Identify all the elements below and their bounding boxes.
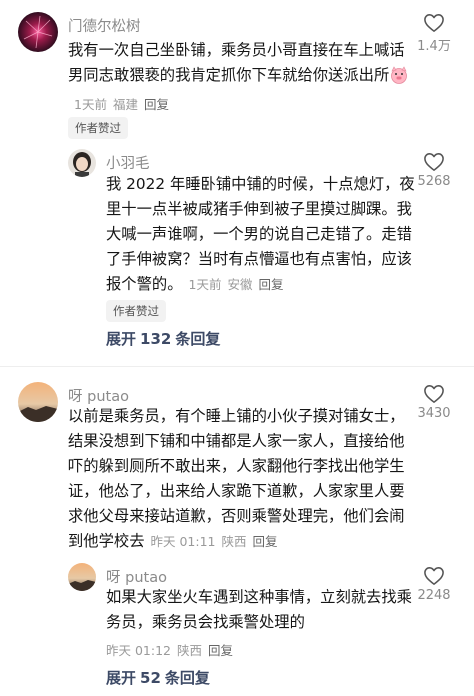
avatar[interactable]: [18, 382, 58, 422]
avatar[interactable]: [68, 563, 96, 591]
author-liked-badge: 作者赞过: [106, 300, 166, 322]
timestamp: 1天前: [188, 277, 222, 292]
reply-button[interactable]: 回复: [208, 643, 233, 658]
timestamp: 昨天 01:11: [150, 534, 216, 549]
like-button[interactable]: 1.4万: [406, 13, 462, 54]
reply-count: 132: [140, 330, 172, 348]
location: 陕西: [177, 643, 203, 658]
like-button[interactable]: 3430: [406, 384, 462, 421]
like-count: 2248: [417, 588, 451, 603]
reply-text: 我 2022 年睡卧铺中铺的时候，十点熄灯，夜里十一点半被咸猪手伸到被子里摸过脚…: [106, 175, 415, 293]
location: 安徽: [227, 277, 253, 292]
timestamp: 1天前: [74, 97, 107, 112]
like-count: 3430: [417, 406, 451, 421]
heart-outline-icon: [424, 567, 444, 585]
expand-label: 展开: [106, 330, 137, 348]
username[interactable]: 呀 putao: [68, 385, 129, 406]
heart-outline-icon: [424, 385, 444, 403]
expand-label: 展开: [106, 669, 137, 687]
avatar[interactable]: [68, 149, 96, 177]
expand-suffix: 条回复: [175, 330, 221, 348]
timestamp: 昨天 01:12: [106, 643, 171, 658]
like-button[interactable]: 5268: [406, 152, 462, 189]
like-button[interactable]: 2248: [406, 566, 462, 603]
comment-meta: 昨天 01:11 陕西 回复: [151, 534, 278, 549]
like-count: 1.4万: [417, 39, 451, 54]
expand-replies-button[interactable]: 展开 52 条回复: [106, 667, 210, 688]
divider: [0, 366, 474, 367]
reply-meta: 昨天 01:12 陕西 回复: [106, 640, 233, 659]
like-count: 5268: [417, 174, 451, 189]
comment-meta: 1天前 福建 回复: [74, 97, 169, 112]
username[interactable]: 呀 putao: [106, 566, 167, 587]
reply-button[interactable]: 回复: [253, 534, 278, 549]
heart-outline-icon: [424, 14, 444, 32]
reply-button[interactable]: 回复: [144, 97, 169, 112]
avatar[interactable]: [18, 12, 58, 52]
author-liked-badge: 作者赞过: [68, 117, 128, 139]
reply-button[interactable]: 回复: [258, 277, 283, 292]
pig-face-emoji-icon: [389, 66, 409, 92]
heart-outline-icon: [424, 153, 444, 171]
location: 福建: [112, 97, 138, 112]
expand-suffix: 条回复: [164, 669, 210, 687]
username[interactable]: 小羽毛: [106, 152, 150, 173]
comment-text: 我有一次自己坐卧铺，乘务员小哥直接在车上喊话男同志敢猥亵的我肯定抓你下车就给你送…: [68, 38, 410, 117]
expand-replies-button[interactable]: 展开 132 条回复: [106, 328, 220, 349]
reply-meta: 1天前 安徽 回复: [189, 277, 284, 292]
comment-text: 以前是乘务员，有个睡上铺的小伙子摸对铺女士，结果没想到下铺和中铺都是人家一家人，…: [68, 407, 405, 550]
username[interactable]: 门德尔松树: [68, 15, 141, 36]
reply-text: 如果大家坐火车遇到这种事情，立刻就去找乘务员，乘务员会找乘警处理的: [106, 588, 412, 631]
location: 陕西: [221, 534, 247, 549]
reply-count: 52: [140, 669, 161, 687]
